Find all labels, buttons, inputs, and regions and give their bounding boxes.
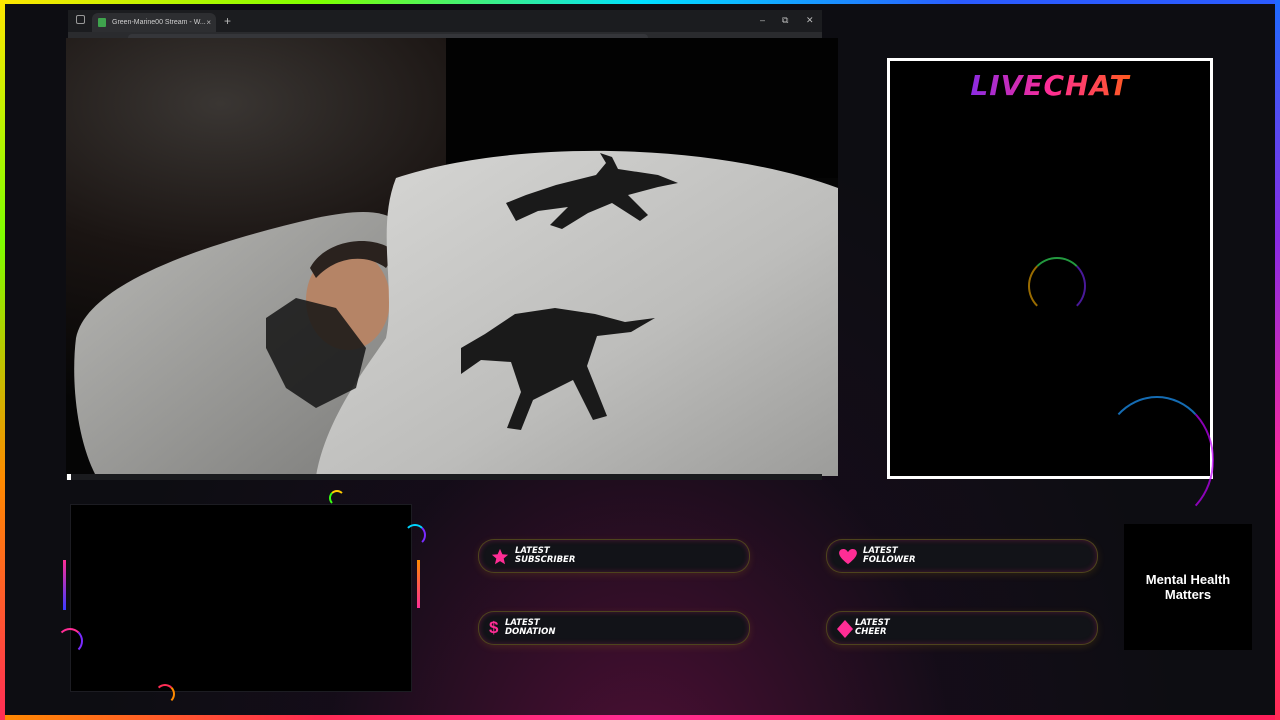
decorative-ring — [404, 524, 426, 546]
alert-label-line2: CHEER — [855, 627, 887, 637]
mental-health-line2: Matters — [1164, 587, 1212, 602]
new-tab-button[interactable]: + — [224, 13, 231, 29]
latest-donation-alert: $ LATEST DONATION — [478, 611, 750, 645]
decorative-ring — [57, 628, 83, 654]
close-window-button[interactable]: ✕ — [806, 12, 814, 28]
rainbow-frame-right — [1275, 0, 1280, 720]
latest-cheer-alert: LATEST CHEER — [826, 611, 1098, 645]
favicon-icon — [98, 18, 106, 27]
decorative-ring — [1100, 396, 1214, 524]
star-icon — [491, 548, 509, 565]
dollar-icon: $ — [489, 618, 499, 637]
tab-bar: Green-Marine00 Stream - W... × + – ⧉ ✕ — [68, 10, 822, 32]
progress-knob[interactable] — [67, 474, 71, 480]
decorative-line — [417, 560, 420, 608]
latest-follower-alert: LATEST FOLLOWER — [826, 539, 1098, 573]
mental-health-box: Mental Health Matters — [1124, 524, 1252, 650]
webcam-video — [66, 38, 838, 476]
decorative-ring — [155, 684, 175, 704]
rainbow-frame-top — [0, 0, 1280, 4]
sleeping-person-image — [66, 38, 838, 476]
video-progress-bar[interactable] — [66, 474, 822, 480]
mental-health-line1: Mental Health — [1145, 572, 1231, 587]
decorative-line — [63, 560, 66, 610]
diamond-icon — [837, 620, 853, 638]
tab-close-icon[interactable]: × — [206, 13, 211, 32]
minimize-button[interactable]: – — [760, 12, 765, 28]
restore-button[interactable]: ⧉ — [782, 12, 788, 28]
alert-label-line2: SUBSCRIBER — [515, 555, 576, 565]
livechat-title: LIVECHAT — [890, 69, 1210, 102]
decorative-ring — [1028, 257, 1086, 315]
stream-overlay: Green-Marine00 Stream - W... × + – ⧉ ✕ L… — [0, 0, 1280, 720]
secondary-cam-box — [70, 504, 412, 692]
heart-icon — [839, 549, 857, 565]
tab-title: Green-Marine00 Stream - W... — [112, 19, 206, 26]
decorative-ring — [329, 490, 345, 506]
latest-subscriber-alert: LATEST SUBSCRIBER — [478, 539, 750, 573]
rainbow-frame-left — [0, 0, 5, 720]
tab-actions-icon[interactable] — [76, 15, 85, 24]
alert-label-line2: DONATION — [505, 627, 556, 637]
rainbow-frame-bottom — [0, 715, 1280, 720]
browser-tab[interactable]: Green-Marine00 Stream - W... × — [92, 13, 216, 32]
alert-label-line2: FOLLOWER — [863, 555, 916, 565]
